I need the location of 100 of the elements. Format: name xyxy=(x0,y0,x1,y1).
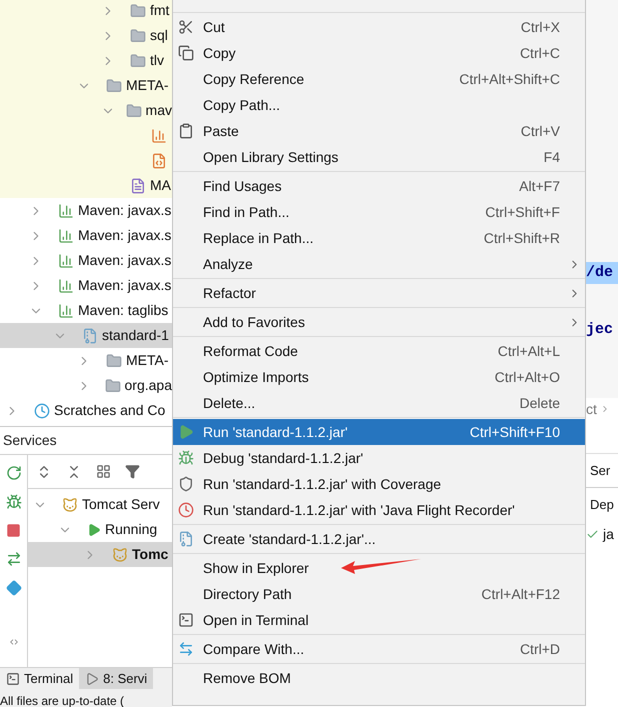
tree-item-label[interactable]: org.apa xyxy=(124,375,172,396)
shortcut-text: Ctrl+Shift+R xyxy=(484,228,561,248)
filter-icon[interactable] xyxy=(125,464,140,479)
folder-icon xyxy=(130,2,146,18)
tool-window-tab[interactable]: Terminal xyxy=(0,668,80,689)
menu-item[interactable]: Create 'standard-1.1.2.jar'... xyxy=(173,526,585,552)
menu-item-label: Remove BOM xyxy=(203,668,292,688)
menu-item[interactable]: Run 'standard-1.1.2.jar' Ctrl+Shift+F10 xyxy=(173,419,585,445)
play-icon xyxy=(178,424,194,440)
tree-item-label[interactable]: sql xyxy=(150,25,168,46)
tree-item-label[interactable]: Scratches and Co xyxy=(54,400,166,421)
menu-item-label: Copy xyxy=(203,44,237,63)
panel-title: Services xyxy=(3,431,57,450)
column-header: Ser xyxy=(589,462,610,480)
menu-item-label: Reformat Code xyxy=(203,342,299,360)
menu-item[interactable]: Directory Path Ctrl+Alt+F12 xyxy=(173,581,585,607)
bug-icon xyxy=(178,450,194,466)
folder-icon xyxy=(106,352,122,368)
menu-item[interactable]: Debug 'standard-1.1.2.jar' xyxy=(173,445,585,471)
library-icon xyxy=(58,302,74,318)
archive-icon xyxy=(178,531,194,547)
menu-item-label: Find in Path... xyxy=(203,202,290,222)
menu-item[interactable]: Delete... Delete xyxy=(173,390,585,416)
scissors-icon xyxy=(178,19,194,35)
tree-item-label[interactable]: Maven: javax.s xyxy=(78,200,172,221)
menu-item-label: Compare With... xyxy=(203,640,306,659)
menu-item[interactable]: Remove BOM xyxy=(173,665,585,691)
library-icon xyxy=(58,228,74,244)
menu-item[interactable]: Show in Explorer xyxy=(173,555,585,581)
menu-item-label: Copy Reference xyxy=(203,70,306,89)
bug-icon[interactable] xyxy=(6,494,22,510)
menu-item[interactable]: Paste Ctrl+V xyxy=(173,118,585,144)
menu-item[interactable]: Refactor xyxy=(173,280,585,306)
shortcut-text: Ctrl+C xyxy=(520,44,561,62)
tree-item-label[interactable]: Maven: taglibs xyxy=(78,300,168,321)
folder-icon xyxy=(104,378,121,394)
column-header: Dep xyxy=(589,496,614,514)
clipboard-icon xyxy=(178,123,194,139)
stop-icon[interactable] xyxy=(6,523,21,538)
menu-item[interactable]: Replace in Path... Ctrl+Shift+R xyxy=(173,225,585,251)
menu-item-label: Add to Favorites xyxy=(203,312,306,332)
menu-item[interactable]: Compare With... Ctrl+D xyxy=(173,636,585,662)
check-icon xyxy=(586,528,599,540)
folder-icon xyxy=(130,52,146,68)
menu-item-label: Replace in Path... xyxy=(203,228,315,248)
tree-item-label[interactable]: mav xyxy=(146,100,172,121)
menu-item[interactable]: Copy Reference Ctrl+Alt+Shift+C xyxy=(173,66,585,92)
tree-item-label[interactable]: Running xyxy=(105,519,158,540)
terminal-icon xyxy=(178,612,194,628)
tree-item-label[interactable]: fmt xyxy=(150,0,170,21)
folder-icon xyxy=(126,102,142,118)
menu-item-label: Open Library Settings xyxy=(203,148,340,167)
menu-item[interactable]: Analyze xyxy=(173,251,585,277)
terminal-icon xyxy=(6,672,20,686)
shortcut-text: Ctrl+Alt+L xyxy=(498,342,561,360)
menu-item-label: Create 'standard-1.1.2.jar'... xyxy=(203,530,377,549)
restart-icon[interactable] xyxy=(6,465,22,481)
library-icon xyxy=(58,252,74,268)
menu-item[interactable]: Run 'standard-1.1.2.jar' with 'Java Flight Recorder' xyxy=(173,497,585,523)
menu-item-label: Analyze xyxy=(203,254,254,274)
shortcut-text: Ctrl+D xyxy=(520,640,561,658)
tree-item-label[interactable]: MA xyxy=(150,175,171,196)
tree-item-label[interactable]: tlv xyxy=(150,50,164,71)
menu-item[interactable]: Open Library Settings F4 xyxy=(173,144,585,170)
tree-item-label[interactable]: Maven: javax.s xyxy=(78,275,172,296)
library-icon xyxy=(58,278,74,294)
group-icon[interactable] xyxy=(96,464,111,479)
menu-item[interactable]: Optimize Imports Ctrl+Alt+O xyxy=(173,364,585,390)
diamond-icon[interactable] xyxy=(6,580,22,596)
chart-file-icon xyxy=(151,128,167,144)
menu-item[interactable]: Reformat Code Ctrl+Alt+L xyxy=(173,338,585,364)
menu-item-label: Directory Path xyxy=(203,584,293,604)
menu-item[interactable]: Find in Path... Ctrl+Shift+F xyxy=(173,199,585,225)
menu-item[interactable]: Copy Ctrl+C xyxy=(173,40,585,66)
copy-icon xyxy=(178,45,194,61)
deploy-arrows-icon[interactable] xyxy=(6,551,22,567)
menu-item[interactable]: Add to Favorites xyxy=(173,309,585,335)
shortcut-text: Ctrl+V xyxy=(520,122,561,140)
tree-item-label[interactable]: Tomcat Serv xyxy=(82,494,160,515)
tree-item-label[interactable]: Maven: javax.s xyxy=(78,250,172,271)
manifest-file-icon xyxy=(130,178,146,194)
folder-icon xyxy=(106,78,122,94)
clock-icon xyxy=(178,502,194,518)
shortcut-text: Ctrl+Alt+O xyxy=(494,368,561,386)
menu-item[interactable]: Find Usages Alt+F7 xyxy=(173,173,585,199)
menu-item[interactable]: Cut Ctrl+X xyxy=(173,14,585,40)
menu-item-label: Copy Path... xyxy=(203,96,282,115)
menu-item[interactable]: Copy Path... xyxy=(173,92,585,118)
menu-item[interactable]: Run 'standard-1.1.2.jar' with Coverage xyxy=(173,471,585,497)
menu-item-label: Run 'standard-1.1.2.jar' xyxy=(203,422,349,442)
folder-icon xyxy=(130,28,146,44)
tree-item-label[interactable]: Maven: javax.s xyxy=(78,225,172,246)
code-text: /de xyxy=(586,262,614,283)
shortcut-text: Ctrl+Alt+F12 xyxy=(481,584,561,604)
shortcut-text: Ctrl+Shift+F xyxy=(485,202,561,222)
cat-icon xyxy=(62,496,78,512)
tool-window-tab[interactable]: 8: Servi xyxy=(79,668,154,689)
menu-item-label: Optimize Imports xyxy=(203,368,310,387)
tree-item-label[interactable]: META- xyxy=(126,350,169,371)
menu-item[interactable]: Open in Terminal xyxy=(173,607,585,633)
